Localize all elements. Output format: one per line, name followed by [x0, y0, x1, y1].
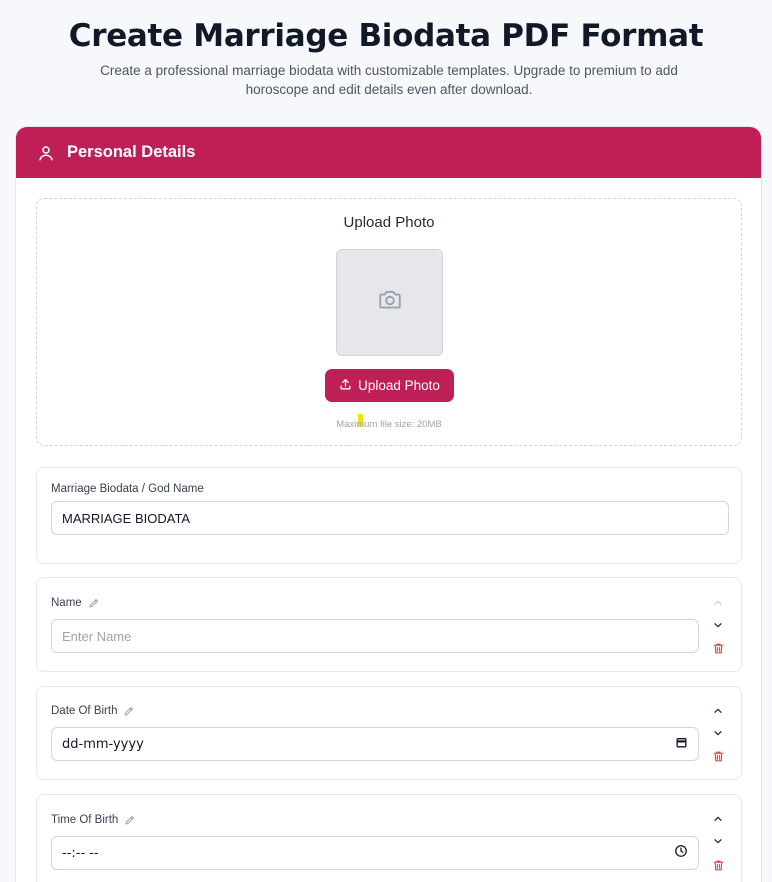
page-title: Create Marriage Biodata PDF Format: [68, 18, 704, 54]
upload-icon: [339, 378, 352, 394]
move-down-icon[interactable]: [711, 618, 725, 632]
god-name-label: Marriage Biodata / God Name: [51, 483, 204, 495]
photo-upload-area[interactable]: Upload Photo Upload Photo Maximum file s…: [36, 198, 742, 446]
tob-field-card: Time Of Birth --:-- --: [36, 794, 742, 882]
god-name-input[interactable]: MARRIAGE BIODATA: [51, 501, 729, 535]
upload-heading: Upload Photo: [343, 214, 435, 231]
dob-input[interactable]: dd-mm-yyyy: [51, 727, 699, 761]
max-file-size-note: Maximum file size: 20MB: [336, 419, 442, 430]
dob-field-card: Date Of Birth dd-mm-yyyy: [36, 686, 742, 780]
move-up-icon[interactable]: [711, 812, 725, 826]
move-down-icon[interactable]: [711, 834, 725, 848]
tob-input[interactable]: --:-- --: [51, 836, 699, 870]
tob-label: Time Of Birth: [51, 814, 136, 826]
section-title: Personal Details: [67, 143, 196, 161]
calendar-icon[interactable]: [675, 736, 688, 753]
page-subtitle: Create a professional marriage biodata w…: [100, 63, 678, 97]
delete-icon[interactable]: [711, 749, 725, 763]
dob-label: Date Of Birth: [51, 705, 135, 717]
move-up-icon[interactable]: [711, 596, 725, 610]
clock-icon[interactable]: [674, 844, 688, 862]
upload-photo-button[interactable]: Upload Photo: [325, 369, 454, 402]
delete-icon[interactable]: [711, 858, 725, 872]
photo-placeholder[interactable]: [336, 249, 443, 356]
personal-details-card: Personal Details Upload Photo Upload Pho…: [15, 126, 762, 882]
edit-label-icon[interactable]: [123, 705, 135, 717]
upload-button-label: Upload Photo: [358, 378, 440, 393]
name-field-card: Name Enter Name: [36, 577, 742, 672]
edit-label-icon[interactable]: [88, 597, 100, 609]
edit-label-icon[interactable]: [124, 814, 136, 826]
delete-icon[interactable]: [711, 641, 725, 655]
god-name-field-card: Marriage Biodata / God Name MARRIAGE BIO…: [36, 467, 742, 564]
name-input[interactable]: Enter Name: [51, 619, 699, 653]
camera-icon: [377, 287, 403, 318]
move-down-icon[interactable]: [711, 726, 725, 740]
user-icon: [37, 144, 55, 162]
move-up-icon[interactable]: [711, 704, 725, 718]
name-label: Name: [51, 597, 100, 609]
section-header: Personal Details: [16, 127, 761, 178]
